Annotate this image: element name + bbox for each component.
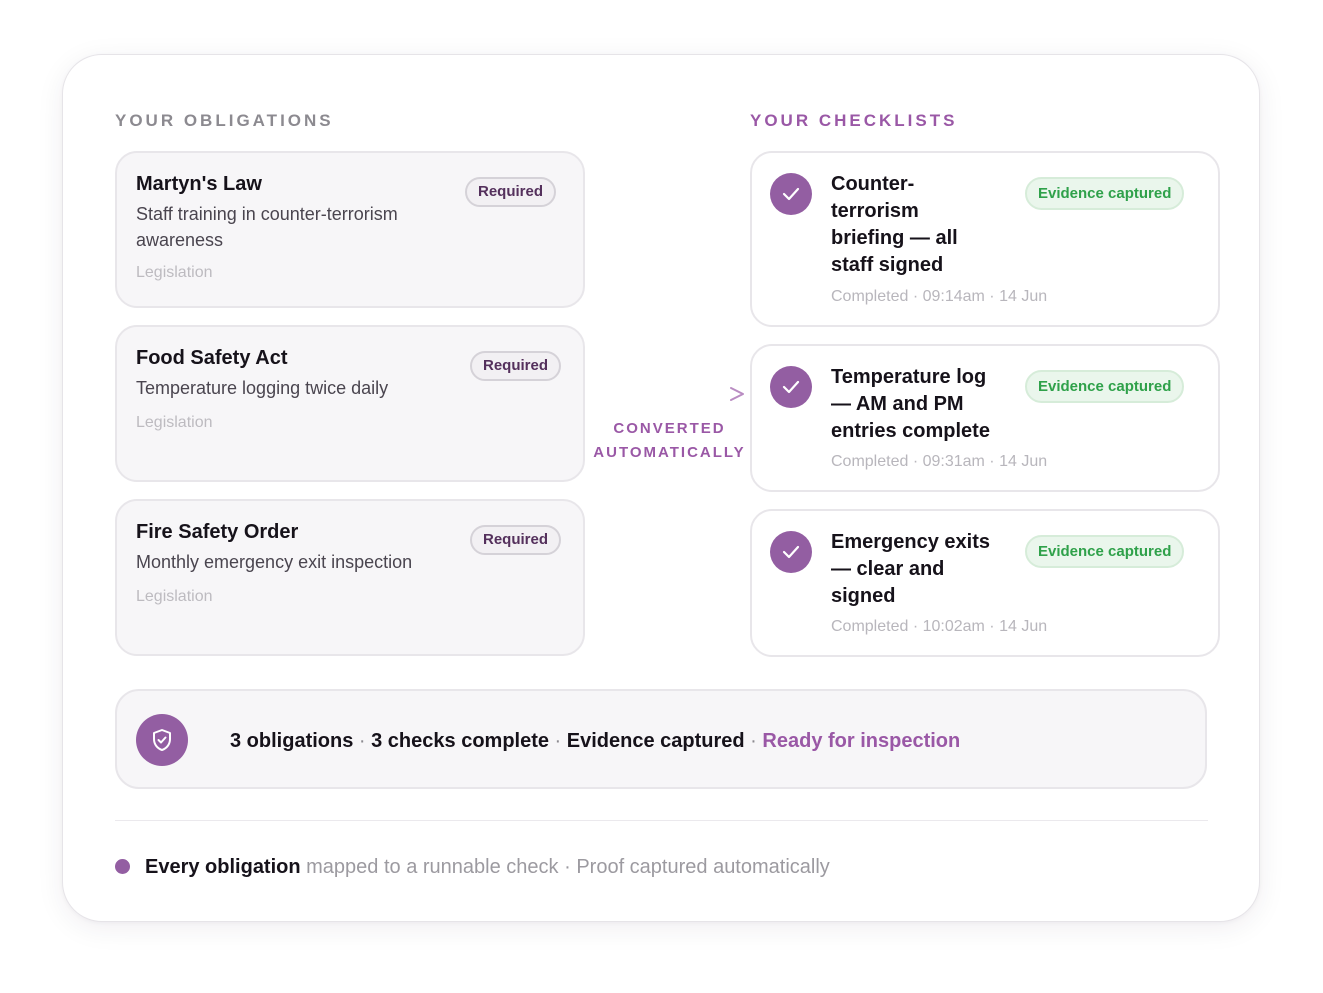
summary-status: Ready for inspection [762, 730, 961, 752]
bullet-dot-icon [115, 859, 130, 874]
summary-text: 3 obligations · 3 checks complete · Evid… [230, 728, 960, 754]
footer-tagline: Every obligation mapped to a runnable ch… [145, 854, 830, 880]
summary-bar: 3 obligations · 3 checks complete · Evid… [115, 689, 1207, 789]
obligation-card-martyns-law[interactable]: Martyn's Law Required Staff training in … [115, 151, 585, 308]
evidence-badge: Evidence captured [1025, 535, 1185, 568]
required-badge: Required [465, 177, 557, 207]
divider [115, 820, 1208, 821]
shield-check-icon [136, 714, 188, 766]
obligation-card-food-safety-act[interactable]: Food Safety Act Required Temperature log… [115, 325, 585, 482]
obligation-description: Monthly emergency exit inspection [136, 552, 413, 572]
checklist-title: Temperature log — AM and PM entries comp… [831, 366, 990, 442]
obligations-heading: YOUR OBLIGATIONS [115, 111, 334, 130]
checklist-meta: Completed · 09:14am · 14 Jun [831, 288, 1048, 305]
footer-rest: mapped to a runnable check · Proof captu… [300, 856, 830, 878]
summary-separator: · [353, 730, 372, 752]
obligation-type: Legislation [136, 414, 213, 431]
checklist-card-counter-terrorism[interactable]: Counter-terrorism briefing — all staff s… [750, 151, 1220, 327]
summary-evidence: Evidence captured [566, 730, 745, 752]
check-icon [770, 366, 812, 408]
checklist-title: Counter-terrorism briefing — all staff s… [831, 173, 958, 276]
obligation-type: Legislation [136, 588, 213, 605]
summary-obligations: 3 obligations [230, 730, 354, 752]
obligation-card-fire-safety-order[interactable]: Fire Safety Order Required Monthly emerg… [115, 499, 585, 656]
check-icon [770, 173, 812, 215]
arrow-right-icon [585, 387, 744, 401]
converted-label: CONVERTED AUTOMATICALLY [593, 420, 746, 461]
evidence-badge: Evidence captured [1025, 177, 1185, 210]
checklists-heading: YOUR CHECKLISTS [750, 111, 958, 130]
obligation-type: Legislation [136, 264, 213, 281]
obligation-description: Staff training in counter-terrorism awar… [136, 204, 398, 250]
evidence-badge: Evidence captured [1025, 370, 1185, 403]
checklist-card-temperature-log[interactable]: Temperature log — AM and PM entries comp… [750, 344, 1220, 492]
summary-checks: 3 checks complete [371, 730, 549, 752]
checklist-meta: Completed · 10:02am · 14 Jun [831, 618, 1048, 635]
checklist-card-emergency-exits[interactable]: Emergency exits — clear and signed Evide… [750, 509, 1220, 657]
checklist-title: Emergency exits — clear and signed [831, 531, 990, 607]
check-icon [770, 531, 812, 573]
footer-lead: Every obligation [145, 856, 301, 878]
summary-separator: · [744, 730, 763, 752]
checklist-meta: Completed · 09:31am · 14 Jun [831, 453, 1048, 470]
obligation-title: Fire Safety Order [136, 521, 299, 543]
obligation-description: Temperature logging twice daily [136, 378, 389, 398]
summary-separator: · [549, 730, 567, 752]
obligation-title: Food Safety Act [136, 347, 288, 369]
obligation-title: Martyn's Law [136, 173, 262, 195]
